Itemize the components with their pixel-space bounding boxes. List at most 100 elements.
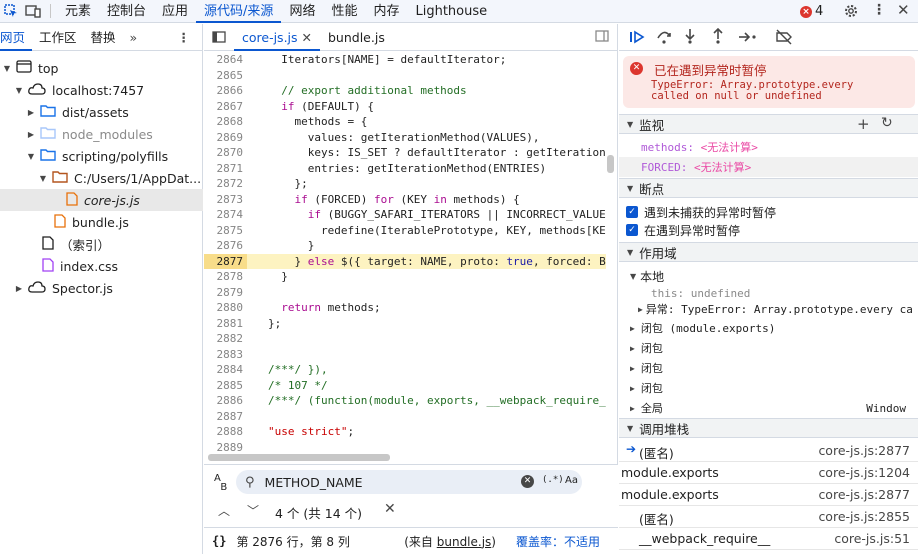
- tab-network[interactable]: 网络: [281, 0, 323, 23]
- step-over-icon[interactable]: [656, 30, 672, 47]
- tab-memory[interactable]: 内存: [365, 0, 407, 23]
- code-line[interactable]: 2886 /***/ (function(module, exports, __w…: [204, 393, 606, 409]
- replace-toggle-icon[interactable]: A B: [214, 474, 227, 493]
- refresh-icon[interactable]: ↻: [881, 115, 893, 131]
- code-line[interactable]: 2872 };: [204, 176, 606, 192]
- tree-item-top[interactable]: ▼ top: [0, 57, 203, 79]
- clear-search-icon[interactable]: ✕: [521, 475, 534, 488]
- step-icon[interactable]: [738, 30, 758, 47]
- code-line[interactable]: 2864 Iterators[NAME] = defaultIterator;: [204, 52, 606, 68]
- code-line[interactable]: 2865: [204, 68, 606, 84]
- error-counter[interactable]: × 4: [800, 0, 823, 23]
- line-number[interactable]: 2874: [204, 207, 247, 223]
- line-number[interactable]: 2867: [204, 99, 247, 115]
- tab-console[interactable]: 控制台: [99, 0, 154, 23]
- code-line[interactable]: 2879: [204, 285, 606, 301]
- code-line[interactable]: 2882: [204, 331, 606, 347]
- pretty-print-icon[interactable]: {}: [212, 534, 226, 548]
- tab-application[interactable]: 应用: [154, 0, 196, 23]
- tree-item-bundle-js[interactable]: bundle.js: [0, 211, 203, 233]
- code-line[interactable]: 2889: [204, 440, 606, 456]
- scope-closure[interactable]: ▶ 闭包: [619, 338, 918, 358]
- next-result-icon[interactable]: ﹀: [247, 502, 259, 519]
- scope-closure[interactable]: ▶ 闭包 (module.exports): [619, 318, 918, 338]
- code-line[interactable]: 2873 if (FORCED) for (KEY in methods) {: [204, 192, 606, 208]
- toggle-debugger-icon[interactable]: [595, 30, 609, 45]
- tree-item-spector[interactable]: ▶ Spector.js: [0, 277, 203, 299]
- tree-item-node-modules[interactable]: ▶ node_modules: [0, 123, 203, 145]
- more-tabs-icon[interactable]: »: [123, 24, 145, 51]
- close-search-icon[interactable]: ✕: [384, 501, 396, 517]
- code-line[interactable]: 2876 }: [204, 238, 606, 254]
- search-input[interactable]: METHOD_NAME: [265, 475, 363, 490]
- tab-lighthouse[interactable]: Lighthouse: [407, 0, 495, 23]
- tab-overrides[interactable]: 替换: [84, 24, 123, 51]
- tab-bundle-js[interactable]: bundle.js: [320, 24, 393, 51]
- match-case-toggle[interactable]: Aa: [565, 475, 578, 486]
- add-watch-icon[interactable]: +: [857, 115, 870, 133]
- line-number[interactable]: 2884: [204, 362, 247, 378]
- scope-exception[interactable]: ▶ 异常: TypeError: Array.prototype.every ca: [619, 299, 918, 319]
- tree-item-appdata-folder[interactable]: ▼ C:/Users/1/AppDat...: [0, 167, 203, 189]
- source-link[interactable]: bundle.js: [437, 535, 492, 549]
- device-toolbar-icon[interactable]: [22, 0, 44, 22]
- code-line[interactable]: 2888 "use strict";: [204, 424, 606, 440]
- step-out-icon[interactable]: [711, 27, 725, 47]
- line-number[interactable]: 2866: [204, 83, 247, 99]
- tab-elements[interactable]: 元素: [57, 0, 99, 23]
- more-options-icon[interactable]: ⋮: [178, 24, 191, 51]
- call-frame[interactable]: (匿名) core-js.js:2855: [619, 506, 918, 528]
- pause-caught-option[interactable]: ✓ 在遇到异常时暂停: [619, 220, 918, 240]
- line-number[interactable]: 2864: [204, 52, 247, 68]
- line-number[interactable]: 2871: [204, 161, 247, 177]
- line-number[interactable]: 2878: [204, 269, 247, 285]
- callstack-section-header[interactable]: ▼ 调用堆栈: [619, 418, 918, 438]
- code-line[interactable]: 2870 keys: IS_SET ? defaultIterator : ge…: [204, 145, 606, 161]
- code-line[interactable]: 2880 return methods;: [204, 300, 606, 316]
- line-number[interactable]: 2868: [204, 114, 247, 130]
- scope-closure[interactable]: ▶ 闭包: [619, 358, 918, 378]
- checkbox-checked-icon[interactable]: ✓: [626, 224, 638, 236]
- watch-item[interactable]: FORCED: <无法计算>: [619, 157, 918, 177]
- line-number[interactable]: 2873: [204, 192, 247, 208]
- call-frame[interactable]: ➔ (匿名) core-js.js:2877: [619, 440, 918, 462]
- line-number[interactable]: 2865: [204, 68, 247, 84]
- code-line[interactable]: 2885 /* 107 */: [204, 378, 606, 394]
- line-number[interactable]: 2889: [204, 440, 247, 456]
- line-number[interactable]: 2882: [204, 331, 247, 347]
- line-number[interactable]: 2888: [204, 424, 247, 440]
- inspect-element-icon[interactable]: [0, 0, 22, 22]
- watch-item[interactable]: methods: <无法计算>: [619, 137, 918, 157]
- toggle-navigator-icon[interactable]: [204, 24, 234, 51]
- tab-sources[interactable]: 源代码/来源: [196, 0, 282, 23]
- resume-icon[interactable]: [629, 30, 645, 47]
- call-frame[interactable]: __webpack_require__ core-js.js:51: [619, 528, 918, 550]
- line-number[interactable]: 2875: [204, 223, 247, 239]
- close-tab-icon[interactable]: ✕: [302, 30, 312, 45]
- code-line[interactable]: 2866 // export additional methods: [204, 83, 606, 99]
- line-number[interactable]: 2880: [204, 300, 247, 316]
- tree-item-index[interactable]: （索引）: [0, 233, 203, 255]
- line-number[interactable]: 2869: [204, 130, 247, 146]
- call-frame[interactable]: module.exports core-js.js:1204: [619, 462, 918, 484]
- code-line[interactable]: 2884 /***/ }),: [204, 362, 606, 378]
- code-line[interactable]: 2867 if (DEFAULT) {: [204, 99, 606, 115]
- line-number[interactable]: 2876: [204, 238, 247, 254]
- code-line[interactable]: 2875 redefine(IterablePrototype, KEY, me…: [204, 223, 606, 239]
- code-line[interactable]: 2878 }: [204, 269, 606, 285]
- gear-icon[interactable]: [843, 3, 859, 22]
- code-line[interactable]: 2871 entries: getIterationMethod(ENTRIES…: [204, 161, 606, 177]
- code-line[interactable]: 2881};: [204, 316, 606, 332]
- tab-core-js[interactable]: core-js.js ✕: [234, 24, 320, 51]
- scope-global[interactable]: ▶ 全局 Window: [619, 398, 918, 418]
- horizontal-scrollbar[interactable]: [208, 454, 390, 461]
- line-number[interactable]: 2887: [204, 409, 247, 425]
- call-frame[interactable]: module.exports core-js.js:2877: [619, 484, 918, 506]
- step-into-icon[interactable]: [683, 28, 697, 47]
- line-number[interactable]: 2883: [204, 347, 247, 363]
- tab-performance[interactable]: 性能: [323, 0, 365, 23]
- tree-item-core-js[interactable]: core-js.js: [0, 189, 203, 211]
- breakpoints-section-header[interactable]: ▼ 断点: [619, 178, 918, 198]
- line-number[interactable]: 2872: [204, 176, 247, 192]
- line-number[interactable]: 2885: [204, 378, 247, 394]
